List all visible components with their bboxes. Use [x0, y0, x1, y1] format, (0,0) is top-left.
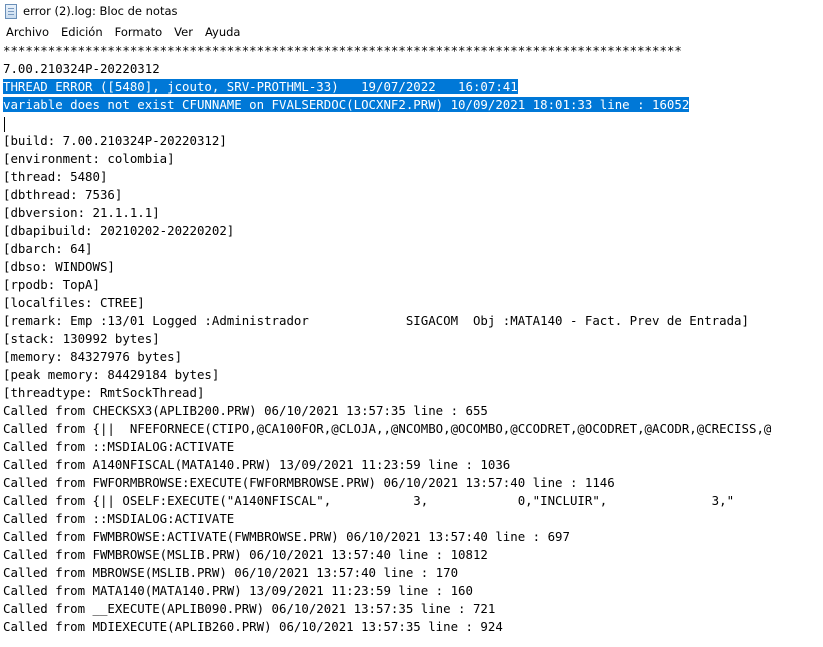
text-line: [dbarch: 64]	[3, 240, 93, 258]
text-line: [dbso: WINDOWS]	[3, 258, 115, 276]
window-title: error (2).log: Bloc de notas	[23, 4, 178, 18]
text-editor[interactable]: ****************************************…	[0, 42, 823, 647]
text-line: [dbthread: 7536]	[3, 186, 122, 204]
text-line: Called from FWFORMBROWSE:EXECUTE(FWFORMB…	[3, 474, 615, 492]
text-line: ****************************************…	[3, 42, 682, 60]
text-line: [dbversion: 21.1.1.1]	[3, 204, 160, 222]
text-line: variable does not exist CFUNNAME on FVAL…	[3, 96, 690, 114]
line-text: [stack: 130992 bytes]	[3, 331, 160, 346]
line-text: Called from FWMBROWSE:ACTIVATE(FWMBROWSE…	[3, 529, 570, 544]
line-text: Called from MBROWSE(MSLIB.PRW) 06/10/202…	[3, 565, 459, 580]
text-line: THREAD ERROR ([5480], jcouto, SRV-PROTHM…	[3, 78, 518, 96]
line-text: [memory: 84327976 bytes]	[3, 349, 183, 364]
text-line: Called from CHECKSX3(APLIB200.PRW) 06/10…	[3, 402, 488, 420]
text-line: [rpodb: TopA]	[3, 276, 100, 294]
text-line: [memory: 84327976 bytes]	[3, 348, 182, 366]
text-line: [localfiles: CTREE]	[3, 294, 145, 312]
line-text: ****************************************…	[3, 43, 682, 58]
line-text: Called from A140NFISCAL(MATA140.PRW) 13/…	[3, 457, 511, 472]
menu-ver[interactable]: Ver	[168, 25, 199, 39]
selected-text: variable does not exist CFUNNAME on FVAL…	[3, 97, 690, 112]
line-text: 7.00.210324P-20220312	[3, 61, 160, 76]
line-text: [dbthread: 7536]	[3, 187, 123, 202]
text-line: Called from {|| NFEFORNECE(CTIPO,@CA100F…	[3, 420, 771, 438]
line-text: Called from {|| OSELF:EXECUTE("A140NFISC…	[3, 493, 735, 508]
text-line: Called from A140NFISCAL(MATA140.PRW) 13/…	[3, 456, 510, 474]
text-line: [thread: 5480]	[3, 168, 107, 186]
line-text: Called from FWMBROWSE(MSLIB.PRW) 06/10/2…	[3, 547, 488, 562]
text-line: Called from MDIEXECUTE(APLIB260.PRW) 06/…	[3, 618, 503, 636]
text-line: Called from FWMBROWSE:ACTIVATE(FWMBROWSE…	[3, 528, 570, 546]
line-text: [dbso: WINDOWS]	[3, 259, 115, 274]
line-text: Called from {|| NFEFORNECE(CTIPO,@CA100F…	[3, 421, 772, 436]
line-text: [dbversion: 21.1.1.1]	[3, 205, 160, 220]
text-line: Called from ::MSDIALOG:ACTIVATE	[3, 438, 234, 456]
text-line: Called from FWMBROWSE(MSLIB.PRW) 06/10/2…	[3, 546, 488, 564]
text-line: [dbapibuild: 20210202-20220202]	[3, 222, 234, 240]
line-text: Called from ::MSDIALOG:ACTIVATE	[3, 439, 235, 454]
text-line: [threadtype: RmtSockThread]	[3, 384, 204, 402]
line-text: Called from MDIEXECUTE(APLIB260.PRW) 06/…	[3, 619, 503, 634]
line-text: [remark: Emp :13/01 Logged :Administrado…	[3, 313, 749, 328]
text-line: Called from ::MSDIALOG:ACTIVATE	[3, 510, 234, 528]
line-text: Called from MATA140(MATA140.PRW) 13/09/2…	[3, 583, 473, 598]
text-line: Called from {|| OSELF:EXECUTE("A140NFISC…	[3, 492, 734, 510]
text-line: [remark: Emp :13/01 Logged :Administrado…	[3, 312, 749, 330]
line-text: [environment: colombia]	[3, 151, 175, 166]
text-caret	[4, 117, 5, 132]
line-text: Called from ::MSDIALOG:ACTIVATE	[3, 511, 235, 526]
menu-ayuda[interactable]: Ayuda	[199, 25, 247, 39]
line-text: [peak memory: 84429184 bytes]	[3, 367, 220, 382]
menu-formato[interactable]: Formato	[109, 25, 169, 39]
line-text: Called from __EXECUTE(APLIB090.PRW) 06/1…	[3, 601, 496, 616]
text-line: [peak memory: 84429184 bytes]	[3, 366, 219, 384]
selected-text: THREAD ERROR ([5480], jcouto, SRV-PROTHM…	[3, 79, 518, 94]
menu-bar: Archivo Edición Formato Ver Ayuda	[0, 22, 823, 43]
line-text: [localfiles: CTREE]	[3, 295, 145, 310]
line-text: [thread: 5480]	[3, 169, 108, 184]
text-line: [environment: colombia]	[3, 150, 175, 168]
text-line: Called from MBROWSE(MSLIB.PRW) 06/10/202…	[3, 564, 458, 582]
notepad-icon	[5, 3, 17, 19]
line-text: [threadtype: RmtSockThread]	[3, 385, 205, 400]
menu-archivo[interactable]: Archivo	[0, 25, 55, 39]
text-line: Called from MATA140(MATA140.PRW) 13/09/2…	[3, 582, 473, 600]
line-text: [build: 7.00.210324P-20220312]	[3, 133, 227, 148]
menu-edicion[interactable]: Edición	[55, 25, 109, 39]
text-line: [stack: 130992 bytes]	[3, 330, 160, 348]
line-text: Called from FWFORMBROWSE:EXECUTE(FWFORMB…	[3, 475, 615, 490]
text-line: 7.00.210324P-20220312	[3, 60, 160, 78]
line-text: [rpodb: TopA]	[3, 277, 100, 292]
text-line: [build: 7.00.210324P-20220312]	[3, 132, 227, 150]
line-text: Called from CHECKSX3(APLIB200.PRW) 06/10…	[3, 403, 488, 418]
line-text: [dbapibuild: 20210202-20220202]	[3, 223, 235, 238]
line-text: [dbarch: 64]	[3, 241, 93, 256]
title-bar: error (2).log: Bloc de notas	[0, 0, 823, 22]
text-line: Called from __EXECUTE(APLIB090.PRW) 06/1…	[3, 600, 495, 618]
